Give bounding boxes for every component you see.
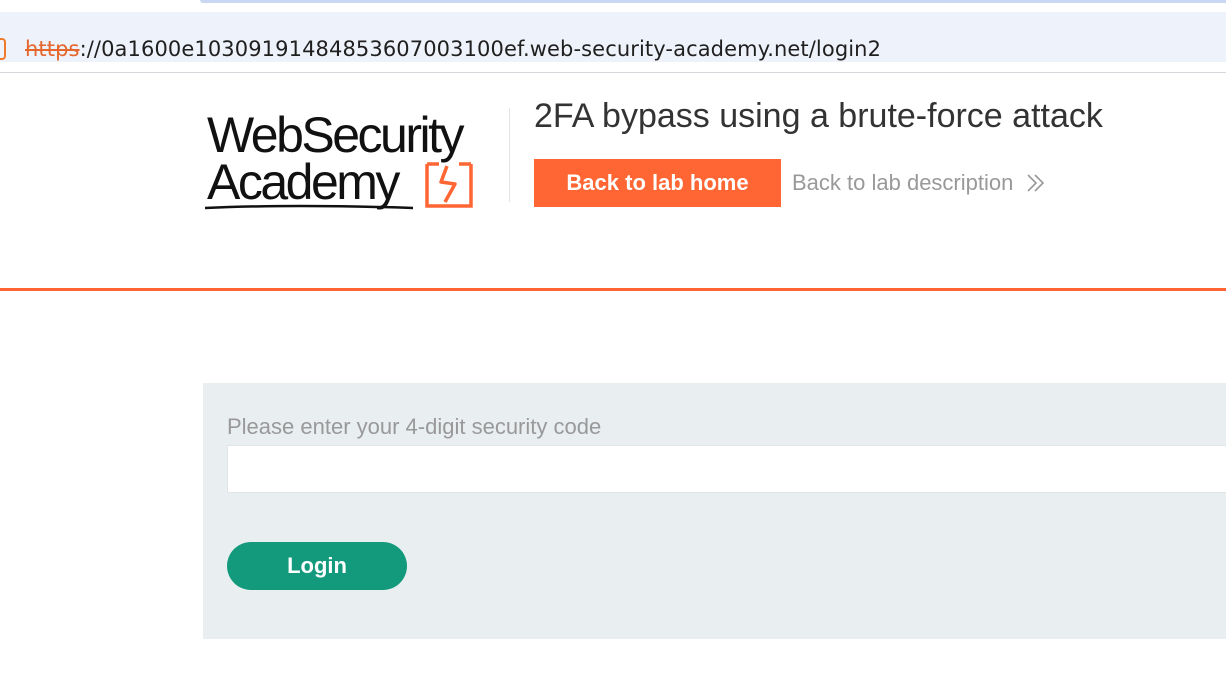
security-code-label: Please enter your 4-digit security code	[227, 414, 602, 439]
lab-title: 2FA bypass using a brute-force attack	[534, 97, 1103, 135]
header-separator	[0, 288, 1226, 291]
browser-toolbar: https://0a1600e1030919148485360700310​0e…	[0, 0, 1226, 73]
url-host-path: ://0a1600e1030919148485360700310​0ef.web…	[79, 37, 882, 61]
url-text[interactable]: https://0a1600e1030919148485360700310​0e…	[25, 37, 881, 61]
back-to-lab-description-label: Back to lab description	[792, 170, 1014, 195]
login-button[interactable]: Login	[227, 542, 407, 590]
logo-mark-icon	[204, 162, 473, 210]
back-to-lab-home-button[interactable]: Back to lab home	[534, 159, 781, 207]
header-divider	[509, 108, 510, 202]
address-bar[interactable]: https://0a1600e1030919148485360700310​0e…	[0, 12, 1226, 62]
web-security-academy-logo[interactable]: WebSecurity Academy	[203, 104, 503, 216]
not-secure-icon[interactable]	[0, 38, 6, 60]
tab-strip-edge	[200, 0, 1226, 3]
url-scheme: https	[25, 37, 80, 61]
security-code-form: Please enter your 4-digit security code …	[203, 383, 1226, 639]
back-to-lab-description-link[interactable]: Back to lab description	[792, 170, 1047, 196]
security-code-input[interactable]	[227, 445, 1226, 493]
double-chevron-right-icon	[1027, 174, 1045, 192]
